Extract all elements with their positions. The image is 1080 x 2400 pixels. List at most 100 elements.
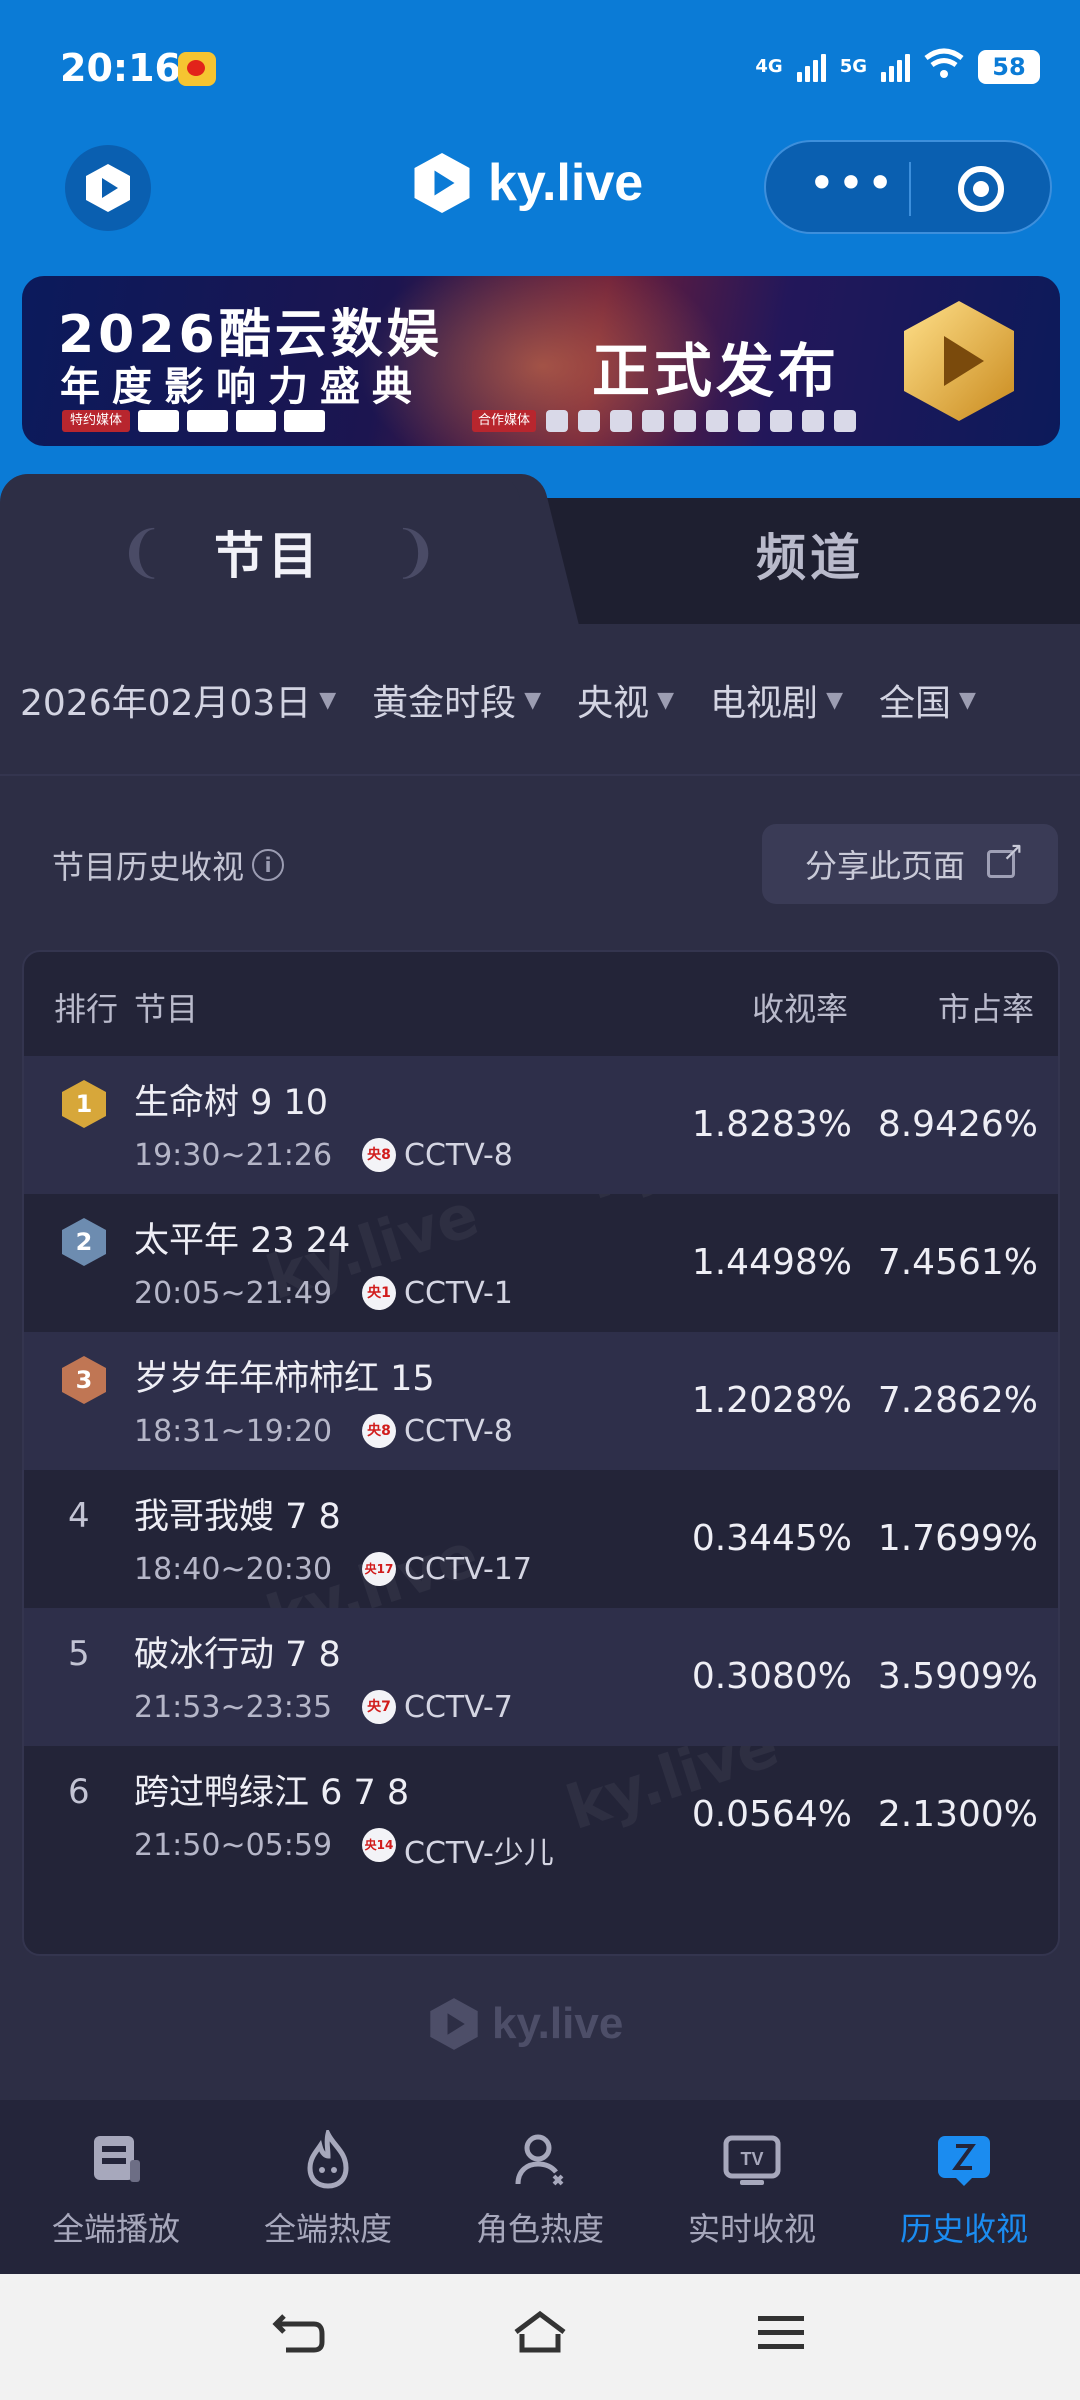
channel-logo-icon: 央14 <box>362 1828 396 1862</box>
program-time: 21:53~23:35 <box>134 1690 333 1725</box>
back-icon[interactable] <box>270 2308 330 2358</box>
nav-label: 实时收视 <box>687 2210 816 2248</box>
partner-logo <box>802 410 825 432</box>
laurel-right-icon: ❩ <box>392 520 439 585</box>
network-4g-label: 4G <box>755 56 783 77</box>
nav-label: 全端播放 <box>51 2210 180 2248</box>
share-page-button[interactable]: 分享此页面 <box>762 824 1058 904</box>
sponsor-logo <box>235 410 277 432</box>
filter-label: 电视剧 <box>710 683 819 724</box>
table-header: 排行 节目 收视率 市占率 <box>24 952 1058 1056</box>
rating-value: 0.3445% <box>691 1518 852 1559</box>
divider <box>0 774 1080 776</box>
partner-logo <box>738 410 761 432</box>
table-row[interactable]: 3 岁岁年年柿柿红 15 18:31~19:20 央8 CCTV-8 1.202… <box>24 1332 1058 1470</box>
rank-number: 6 <box>68 1772 90 1812</box>
partner-label: 合作媒体 <box>472 410 537 432</box>
table-row[interactable]: 4 我哥我嫂 7 8 18:40~20:30 央17 CCTV-17 0.344… <box>24 1470 1058 1608</box>
share-value: 7.2862% <box>877 1380 1038 1421</box>
channel-name: CCTV-17 <box>404 1552 532 1587</box>
filter-label: 2026年02月03日 <box>20 683 312 724</box>
program-name: 岁岁年年柿柿红 15 <box>134 1359 435 1399</box>
kylive-logo-icon <box>414 153 470 213</box>
banner-subtitle: 年度影响力盛典 <box>60 364 424 410</box>
col-share-header: 市占率 <box>937 990 1034 1028</box>
flame-icon <box>307 2126 349 2189</box>
footer-brand-name: ky.live <box>492 1999 624 2048</box>
program-name: 我哥我嫂 7 8 <box>134 1497 341 1537</box>
caret-down-icon: ▼ <box>959 687 976 713</box>
program-name: 跨过鸭绿江 6 7 8 <box>134 1773 410 1813</box>
miniprogram-capsule: ••• <box>764 140 1052 234</box>
filter-timeslot[interactable]: 黄金时段 ▼ <box>372 674 541 726</box>
partner-logo <box>706 410 729 432</box>
nav-all-play[interactable]: 全端播放 <box>16 2130 216 2250</box>
battery-icon: 58 <box>978 50 1040 84</box>
nav-label: 角色热度 <box>475 2210 604 2248</box>
history-icon <box>938 2136 990 2186</box>
partner-logo <box>674 410 697 432</box>
rating-value: 1.4498% <box>691 1242 852 1283</box>
nav-all-heat[interactable]: 全端热度 <box>228 2126 428 2250</box>
nav-realtime[interactable]: TV 实时收视 <box>652 2130 852 2250</box>
filter-bar: 2026年02月03日 ▼ 黄金时段 ▼ 央视 ▼ 电视剧 ▼ 全国 ▼ <box>20 670 1012 730</box>
filter-network[interactable]: 央视 ▼ <box>577 674 674 726</box>
rating-value: 1.8283% <box>691 1104 852 1145</box>
silver-medal-icon: 2 <box>62 1218 106 1266</box>
signal-icon <box>796 52 826 82</box>
sponsor-logo <box>138 410 179 432</box>
table-row[interactable]: 5 破冰行动 7 8 21:53~23:35 央7 CCTV-7 0.3080%… <box>24 1608 1058 1746</box>
user-icon <box>515 2134 564 2186</box>
banner-logo-icon <box>904 301 1014 421</box>
section-title-text: 节目历史收视 <box>52 848 245 886</box>
filter-label: 全国 <box>878 683 951 724</box>
external-share-icon <box>987 837 1024 878</box>
rating-value: 0.3080% <box>691 1656 852 1697</box>
filter-genre[interactable]: 电视剧 ▼ <box>710 674 843 726</box>
channel-logo-icon: 央8 <box>362 1138 396 1172</box>
home-icon[interactable] <box>510 2308 570 2358</box>
program-name: 生命树 9 10 <box>134 1083 329 1123</box>
program-time: 18:31~19:20 <box>134 1414 333 1449</box>
info-icon[interactable]: i <box>252 849 285 881</box>
app-logo-button[interactable] <box>65 145 151 231</box>
tab-channel[interactable]: 频道 <box>756 518 864 590</box>
program-time: 20:05~21:49 <box>134 1276 333 1311</box>
promo-banner[interactable]: 2026酷云数娱 年度影响力盛典 正式发布 特约媒体 合作媒体 <box>22 276 1060 446</box>
channel-logo-icon: 央17 <box>362 1552 396 1586</box>
share-value: 2.1300% <box>877 1794 1038 1835</box>
partner-strip: 合作媒体 <box>472 410 857 432</box>
channel-name: CCTV-8 <box>404 1138 513 1173</box>
close-miniprogram-icon[interactable] <box>958 166 1004 212</box>
filter-date[interactable]: 2026年02月03日 ▼ <box>20 674 336 726</box>
table-row[interactable]: 6 跨过鸭绿江 6 7 8 21:50~05:59 央14 CCTV-少儿 0.… <box>24 1746 1058 1884</box>
col-rank-header: 排行 <box>54 990 119 1028</box>
bronze-medal-icon: 3 <box>62 1356 106 1404</box>
partner-logo <box>578 410 601 432</box>
caret-down-icon: ▼ <box>319 687 337 713</box>
bottom-nav: 全端播放 全端热度 角色热度 TV 实时收视 历史收视 <box>0 2100 1080 2274</box>
brand-logo: ky.live <box>412 148 643 218</box>
program-name: 太平年 23 24 <box>134 1221 351 1261</box>
menu-icon[interactable] <box>752 2308 812 2358</box>
table-row[interactable]: 1 生命树 9 10 19:30~21:26 央8 CCTV-8 1.8283%… <box>24 1056 1058 1194</box>
filter-region[interactable]: 全国 ▼ <box>879 674 976 726</box>
channel-name: CCTV-1 <box>404 1276 513 1311</box>
sponsor-label: 特约媒体 <box>62 410 131 432</box>
partner-logo <box>546 410 569 432</box>
share-value: 3.5909% <box>877 1656 1038 1697</box>
nav-role-heat[interactable]: 角色热度 <box>440 2130 640 2250</box>
sponsor-logo <box>186 410 228 432</box>
rating-value: 1.2028% <box>691 1380 852 1421</box>
rank-number: 4 <box>68 1496 90 1536</box>
nav-label: 历史收视 <box>899 2210 1028 2248</box>
more-menu-icon[interactable]: ••• <box>802 156 902 220</box>
share-value: 8.9426% <box>877 1104 1038 1145</box>
banner-cta: 正式发布 <box>592 337 841 405</box>
nav-history[interactable]: 历史收视 <box>864 2130 1064 2250</box>
section-title: 节目历史收视 i <box>52 842 285 888</box>
table-row[interactable]: 2 太平年 23 24 20:05~21:49 央1 CCTV-1 1.4498… <box>24 1194 1058 1332</box>
kylive-logo-icon <box>86 164 130 212</box>
tab-program[interactable]: 节目 <box>214 516 322 588</box>
tv-icon: TV <box>723 2135 781 2185</box>
